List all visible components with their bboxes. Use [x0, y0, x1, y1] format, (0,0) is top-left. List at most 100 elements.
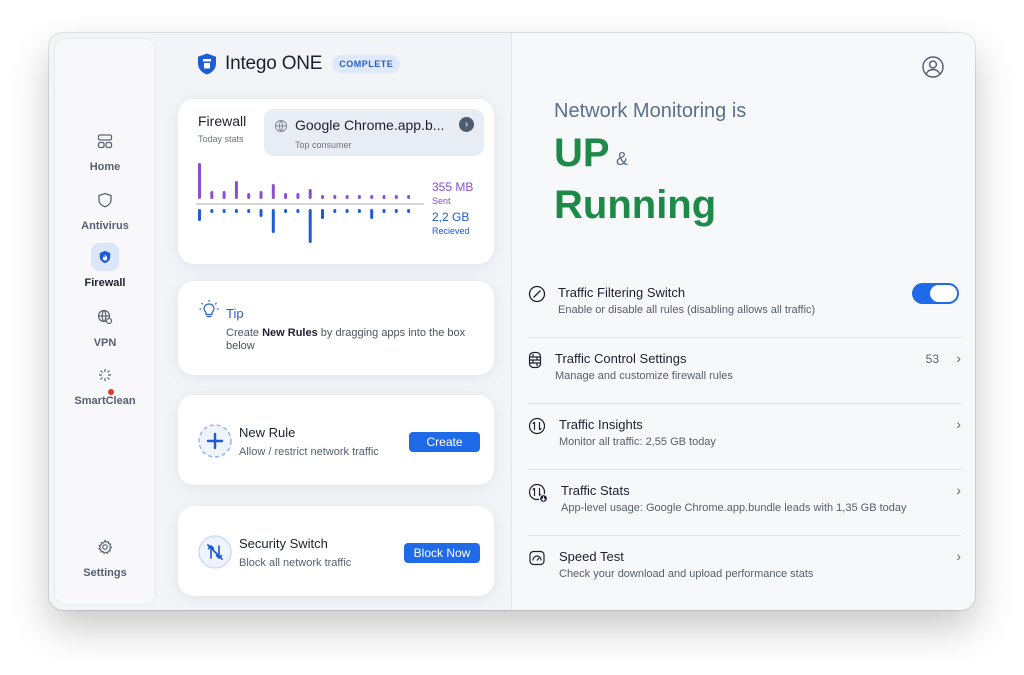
sidebar-label-vpn: VPN	[93, 337, 117, 349]
sidebar-label-antivirus: Antivirus	[81, 220, 129, 232]
row-title: Traffic Stats	[561, 483, 630, 498]
status-running: Running	[554, 183, 717, 227]
firewall-icon	[99, 250, 111, 264]
received-label: Recieved	[432, 226, 470, 236]
sidebar-item-settings[interactable]: Settings	[55, 533, 155, 579]
sent-bar	[198, 163, 201, 199]
status-heading: Network Monitoring is	[554, 100, 747, 122]
app-name: Intego ONE	[225, 53, 323, 74]
received-bar	[308, 209, 312, 243]
received-bar	[333, 209, 337, 213]
chevron-right-icon: ›	[956, 548, 961, 564]
sent-bar	[345, 195, 349, 199]
gear-icon	[98, 539, 113, 555]
firewall-icon-box	[91, 243, 119, 271]
received-bar	[345, 209, 349, 213]
received-bar	[370, 209, 374, 219]
received-bar	[247, 209, 251, 213]
traffic-filtering-toggle[interactable]	[912, 283, 959, 304]
block-now-button[interactable]: Block Now	[404, 543, 480, 563]
sidebar-item-firewall[interactable]: Firewall	[55, 243, 155, 289]
sent-bar	[394, 195, 398, 199]
sidebar-item-smartclean[interactable]: SmartClean	[55, 361, 155, 407]
sent-bar	[357, 195, 361, 199]
chevron-right-icon[interactable]: ›	[459, 117, 474, 132]
sparkle-icon	[99, 369, 111, 381]
traffic-filtering-switch-row[interactable]: Traffic Filtering Switch Enable or disab…	[528, 283, 961, 349]
sidebar-label-firewall: Firewall	[84, 277, 126, 289]
received-bar	[321, 209, 324, 219]
smartclean-alert-dot	[108, 389, 114, 395]
traffic-insights-row[interactable]: Traffic Insights Monitor all traffic: 2,…	[528, 415, 961, 481]
home-icon	[97, 134, 113, 149]
row-subtitle: Enable or disable all rules (disabling a…	[558, 304, 816, 316]
rules-count: 53	[925, 352, 939, 366]
received-bar	[234, 209, 238, 213]
brand-header: Intego ONE COMPLETE	[197, 53, 401, 75]
create-rule-button[interactable]: Create	[409, 432, 480, 452]
received-bar	[210, 209, 214, 213]
vpn-globe-icon	[97, 309, 113, 325]
app-globe-icon	[275, 120, 287, 132]
toggle-knob	[930, 285, 957, 302]
sidebar-label-settings: Settings	[83, 567, 127, 579]
traffic-arrows-icon	[528, 417, 546, 435]
sent-bar	[222, 191, 226, 199]
sent-bar	[308, 189, 312, 199]
user-profile-icon[interactable]	[922, 56, 944, 78]
top-consumer-panel[interactable]: Google Chrome.app.b... Top consumer ›	[264, 109, 484, 156]
sent-bar	[333, 195, 337, 199]
row-title: Traffic Insights	[559, 417, 643, 432]
sent-bar	[407, 195, 411, 199]
received-bar	[382, 209, 386, 213]
speed-test-row[interactable]: Speed Test Check your download and uploa…	[528, 547, 961, 610]
traffic-stats-row[interactable]: Traffic Stats App-level usage: Google Ch…	[528, 481, 961, 547]
security-switch-subtitle: Block all network traffic	[239, 557, 352, 569]
sidebar-item-home[interactable]: Home	[55, 127, 155, 173]
status-up: UP	[554, 131, 610, 175]
top-consumer-name: Google Chrome.app.b...	[295, 117, 445, 133]
received-bar	[259, 209, 263, 217]
divider	[528, 337, 961, 338]
received-bar	[357, 209, 361, 213]
tip-card: Tip Create New Rules by dragging apps in…	[178, 281, 494, 375]
sent-bar	[259, 191, 263, 199]
row-title: Speed Test	[559, 549, 624, 564]
firewall-stats-card: Firewall Today stats Google Chrome.app.b…	[178, 99, 494, 264]
sidebar-label-smartclean: SmartClean	[74, 395, 136, 407]
sent-value: 355 MB	[432, 180, 474, 194]
new-rule-subtitle: Allow / restrict network traffic	[239, 446, 379, 458]
sidebar-item-vpn[interactable]: VPN	[55, 303, 155, 349]
chevron-right-icon: ›	[956, 416, 961, 432]
sent-bar	[234, 181, 238, 199]
brick-wall-icon	[528, 351, 542, 369]
tip-bold-text: New Rules	[262, 327, 318, 339]
sent-bar	[370, 195, 374, 199]
received-bar	[271, 209, 275, 233]
row-subtitle: Monitor all traffic: 2,55 GB today	[559, 436, 716, 448]
chevron-right-icon: ›	[956, 350, 961, 366]
sent-bar	[296, 193, 300, 199]
intego-logo-icon	[198, 53, 216, 75]
sent-bar	[321, 195, 324, 199]
sidebar-label-home: Home	[89, 161, 121, 173]
sent-bar	[382, 195, 386, 199]
row-subtitle: Manage and customize firewall rules	[555, 370, 733, 382]
received-bar	[198, 209, 201, 221]
received-bar	[394, 209, 398, 213]
row-subtitle: App-level usage: Google Chrome.app.bundl…	[561, 502, 907, 514]
security-switch-card: Security Switch Block all network traffi…	[178, 506, 494, 596]
network-status-panel: Network Monitoring is UP & Running Traff…	[511, 33, 975, 610]
sidebar-item-antivirus[interactable]: Antivirus	[55, 186, 155, 232]
received-bar	[407, 209, 411, 213]
sent-bar	[210, 191, 214, 199]
divider	[528, 403, 961, 404]
sent-label: Sent	[432, 196, 451, 206]
status-ampersand: &	[616, 149, 629, 169]
app-window: Home Antivirus Firewall VPN SmartClean S…	[49, 33, 975, 610]
row-title: Traffic Control Settings	[555, 351, 687, 366]
tip-title: Tip	[226, 306, 244, 321]
chevron-right-icon: ›	[956, 482, 961, 498]
row-subtitle: Check your download and upload performan…	[559, 568, 814, 580]
traffic-control-settings-row[interactable]: Traffic Control Settings Manage and cust…	[528, 349, 961, 415]
